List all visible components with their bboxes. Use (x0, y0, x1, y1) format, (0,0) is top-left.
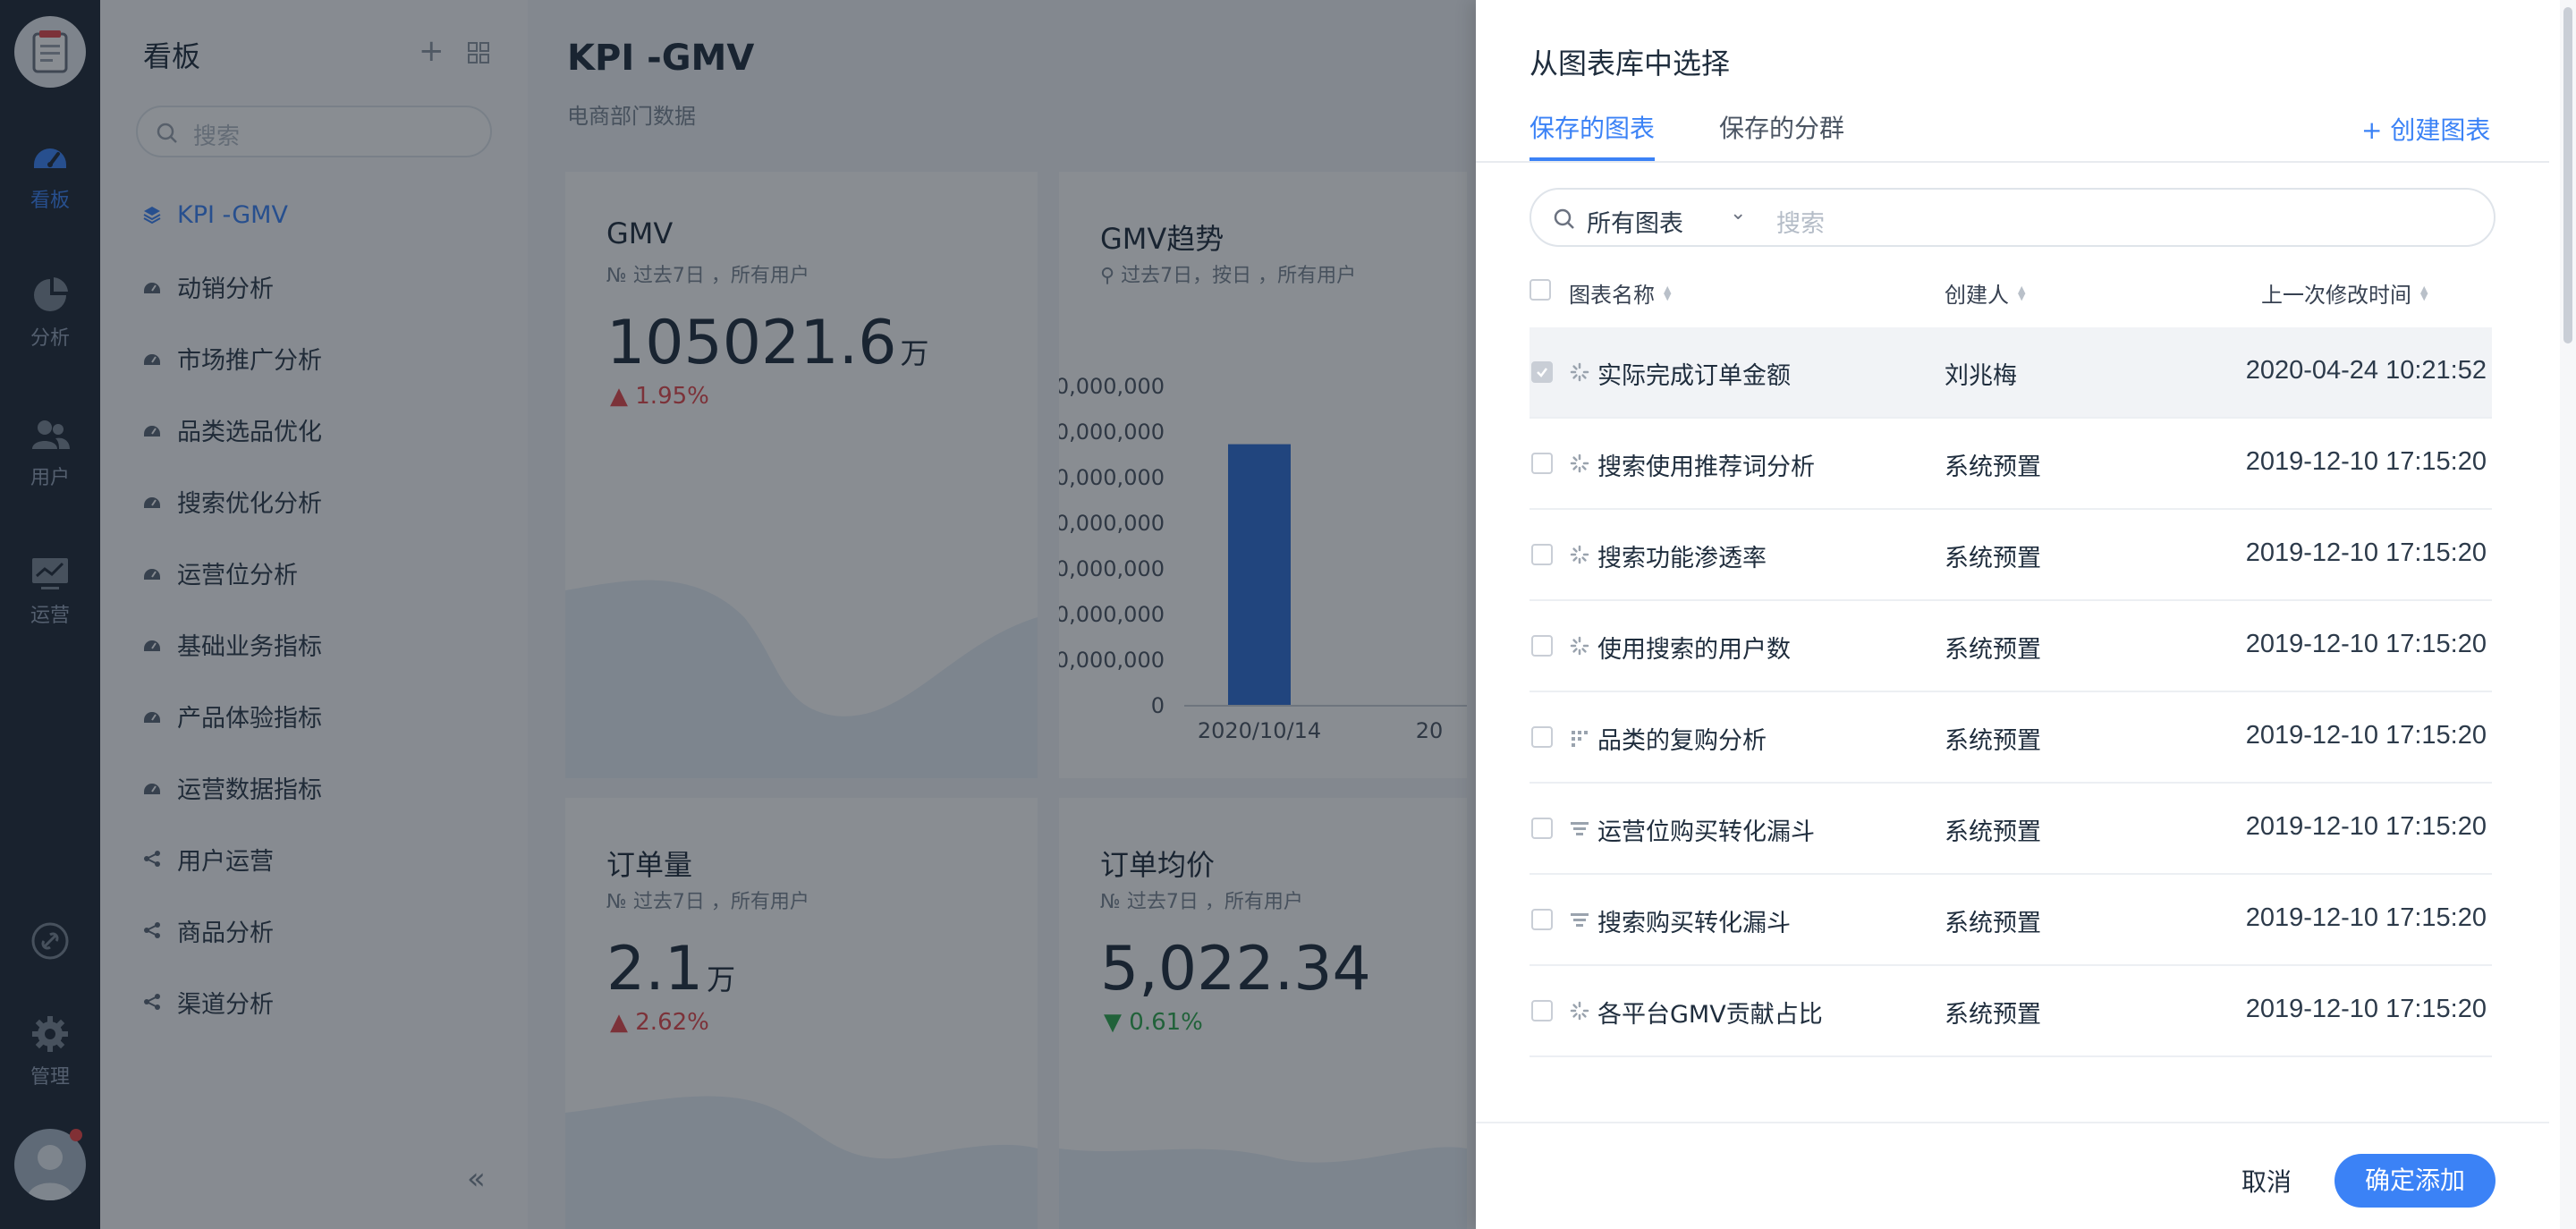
chart-name: 品类的复购分析 (1597, 727, 1767, 755)
table-row[interactable]: 搜索使用推荐词分析 系统预置 2019-12-10 17:15:20 (1530, 419, 2492, 510)
chart-name: 使用搜索的用户数 (1597, 636, 1791, 664)
row-checkbox[interactable] (1531, 544, 1553, 565)
row-checkbox[interactable] (1531, 635, 1553, 657)
chart-name: 搜索使用推荐词分析 (1597, 453, 1815, 481)
check-icon (1537, 368, 1547, 377)
chart-creator: 刘兆梅 (1945, 362, 2017, 390)
chart-modified-time: 2019-12-10 17:15:20 (2245, 812, 2487, 841)
chart-name: 搜索购买转化漏斗 (1597, 910, 1791, 937)
drawer-title: 从图表库中选择 (1530, 47, 1731, 81)
tab-divider (1476, 161, 2549, 163)
chart-name: 各平台GMV贡献占比 (1597, 1001, 1823, 1029)
tab-saved-charts[interactable]: 保存的图表 (1530, 109, 1655, 145)
chart-creator: 系统预置 (1945, 1001, 2041, 1029)
row-checkbox[interactable] (1531, 818, 1553, 839)
table-row[interactable]: 实际完成订单金额 刘兆梅 2020-04-24 10:21:52 (1530, 327, 2492, 419)
chart-modified-time: 2020-04-24 10:21:52 (2245, 356, 2487, 385)
chart-search-bar[interactable]: 所有图表 ⌄ 搜索 (1530, 188, 2496, 247)
loading-spinner-icon (1570, 545, 1589, 564)
loading-spinner-icon (1570, 362, 1589, 382)
row-checkbox[interactable] (1531, 726, 1553, 748)
search-input[interactable]: 搜索 (1776, 204, 1825, 239)
sort-icon: ▲ ▼ (2420, 283, 2428, 302)
funnel-icon (1571, 822, 1589, 835)
confirm-add-button[interactable]: 确定添加 (2334, 1154, 2496, 1208)
loading-spinner-icon (1570, 1001, 1589, 1021)
sort-icon: ▲ ▼ (2018, 283, 2026, 302)
table-row[interactable]: 运营位购买转化漏斗 系统预置 2019-12-10 17:15:20 (1530, 784, 2492, 875)
loading-spinner-icon (1570, 636, 1589, 656)
chart-name: 实际完成订单金额 (1597, 362, 1791, 390)
cancel-button[interactable]: 取消 (2241, 1163, 2292, 1199)
chevron-down-icon[interactable]: ⌄ (1730, 202, 1746, 225)
chart-modified-time: 2019-12-10 17:15:20 (2245, 995, 2487, 1023)
chart-creator: 系统预置 (1945, 818, 2041, 846)
chart-creator: 系统预置 (1945, 636, 2041, 664)
tab-saved-segments[interactable]: 保存的分群 (1719, 109, 1844, 145)
loading-spinner-icon (1570, 453, 1589, 473)
table-row[interactable]: 搜索功能渗透率 系统预置 2019-12-10 17:15:20 (1530, 510, 2492, 601)
drawer-footer-divider (1476, 1122, 2549, 1123)
row-checkbox[interactable] (1531, 453, 1553, 474)
chart-modified-time: 2019-12-10 17:15:20 (2245, 538, 2487, 567)
row-checkbox[interactable] (1531, 1000, 1553, 1021)
chart-modified-time: 2019-12-10 17:15:20 (2245, 903, 2487, 932)
scrollbar-thumb[interactable] (2563, 7, 2572, 343)
table-header: 图表名称 ▲ ▼ 创建人 ▲ ▼ 上一次修改时间 ▲ ▼ (1530, 274, 2492, 309)
row-checkbox[interactable] (1531, 909, 1553, 930)
chart-modified-time: 2019-12-10 17:15:20 (2245, 630, 2487, 658)
chart-filter-select[interactable]: 所有图表 (1587, 204, 1683, 239)
column-header-modified[interactable]: 上一次修改时间 ▲ ▼ (2261, 277, 2428, 309)
dot-matrix-icon (1572, 731, 1588, 747)
chart-modified-time: 2019-12-10 17:15:20 (2245, 447, 2487, 476)
create-chart-link[interactable]: + 创建图表 (2361, 111, 2490, 147)
modal-backdrop[interactable] (0, 0, 1476, 1229)
table-row[interactable]: 搜索购买转化漏斗 系统预置 2019-12-10 17:15:20 (1530, 875, 2492, 966)
search-icon (1554, 208, 1574, 229)
chart-modified-time: 2019-12-10 17:15:20 (2245, 721, 2487, 750)
funnel-icon (1571, 913, 1589, 927)
table-row[interactable]: 各平台GMV贡献占比 系统预置 2019-12-10 17:15:20 (1530, 966, 2492, 1057)
sort-icon: ▲ ▼ (1664, 283, 1672, 302)
table-row[interactable]: 品类的复购分析 系统预置 2019-12-10 17:15:20 (1530, 692, 2492, 784)
chart-name: 搜索功能渗透率 (1597, 545, 1767, 572)
chart-name: 运营位购买转化漏斗 (1597, 818, 1815, 846)
column-header-name[interactable]: 图表名称 ▲ ▼ (1569, 277, 1671, 309)
table-row[interactable]: 使用搜索的用户数 系统预置 2019-12-10 17:15:20 (1530, 601, 2492, 692)
select-all-checkbox[interactable] (1530, 279, 1551, 301)
chart-creator: 系统预置 (1945, 545, 2041, 572)
chart-creator: 系统预置 (1945, 453, 2041, 481)
row-checkbox[interactable] (1531, 361, 1553, 383)
chart-creator: 系统预置 (1945, 910, 2041, 937)
chart-table: 实际完成订单金额 刘兆梅 2020-04-24 10:21:52 搜索使用推荐词… (1530, 327, 2492, 1057)
chart-library-drawer: 从图表库中选择 保存的图表 保存的分群 + 创建图表 所有图表 ⌄ 搜索 图表名… (1476, 0, 2576, 1229)
chart-creator: 系统预置 (1945, 727, 2041, 755)
column-header-creator[interactable]: 创建人 ▲ ▼ (1945, 277, 2025, 309)
